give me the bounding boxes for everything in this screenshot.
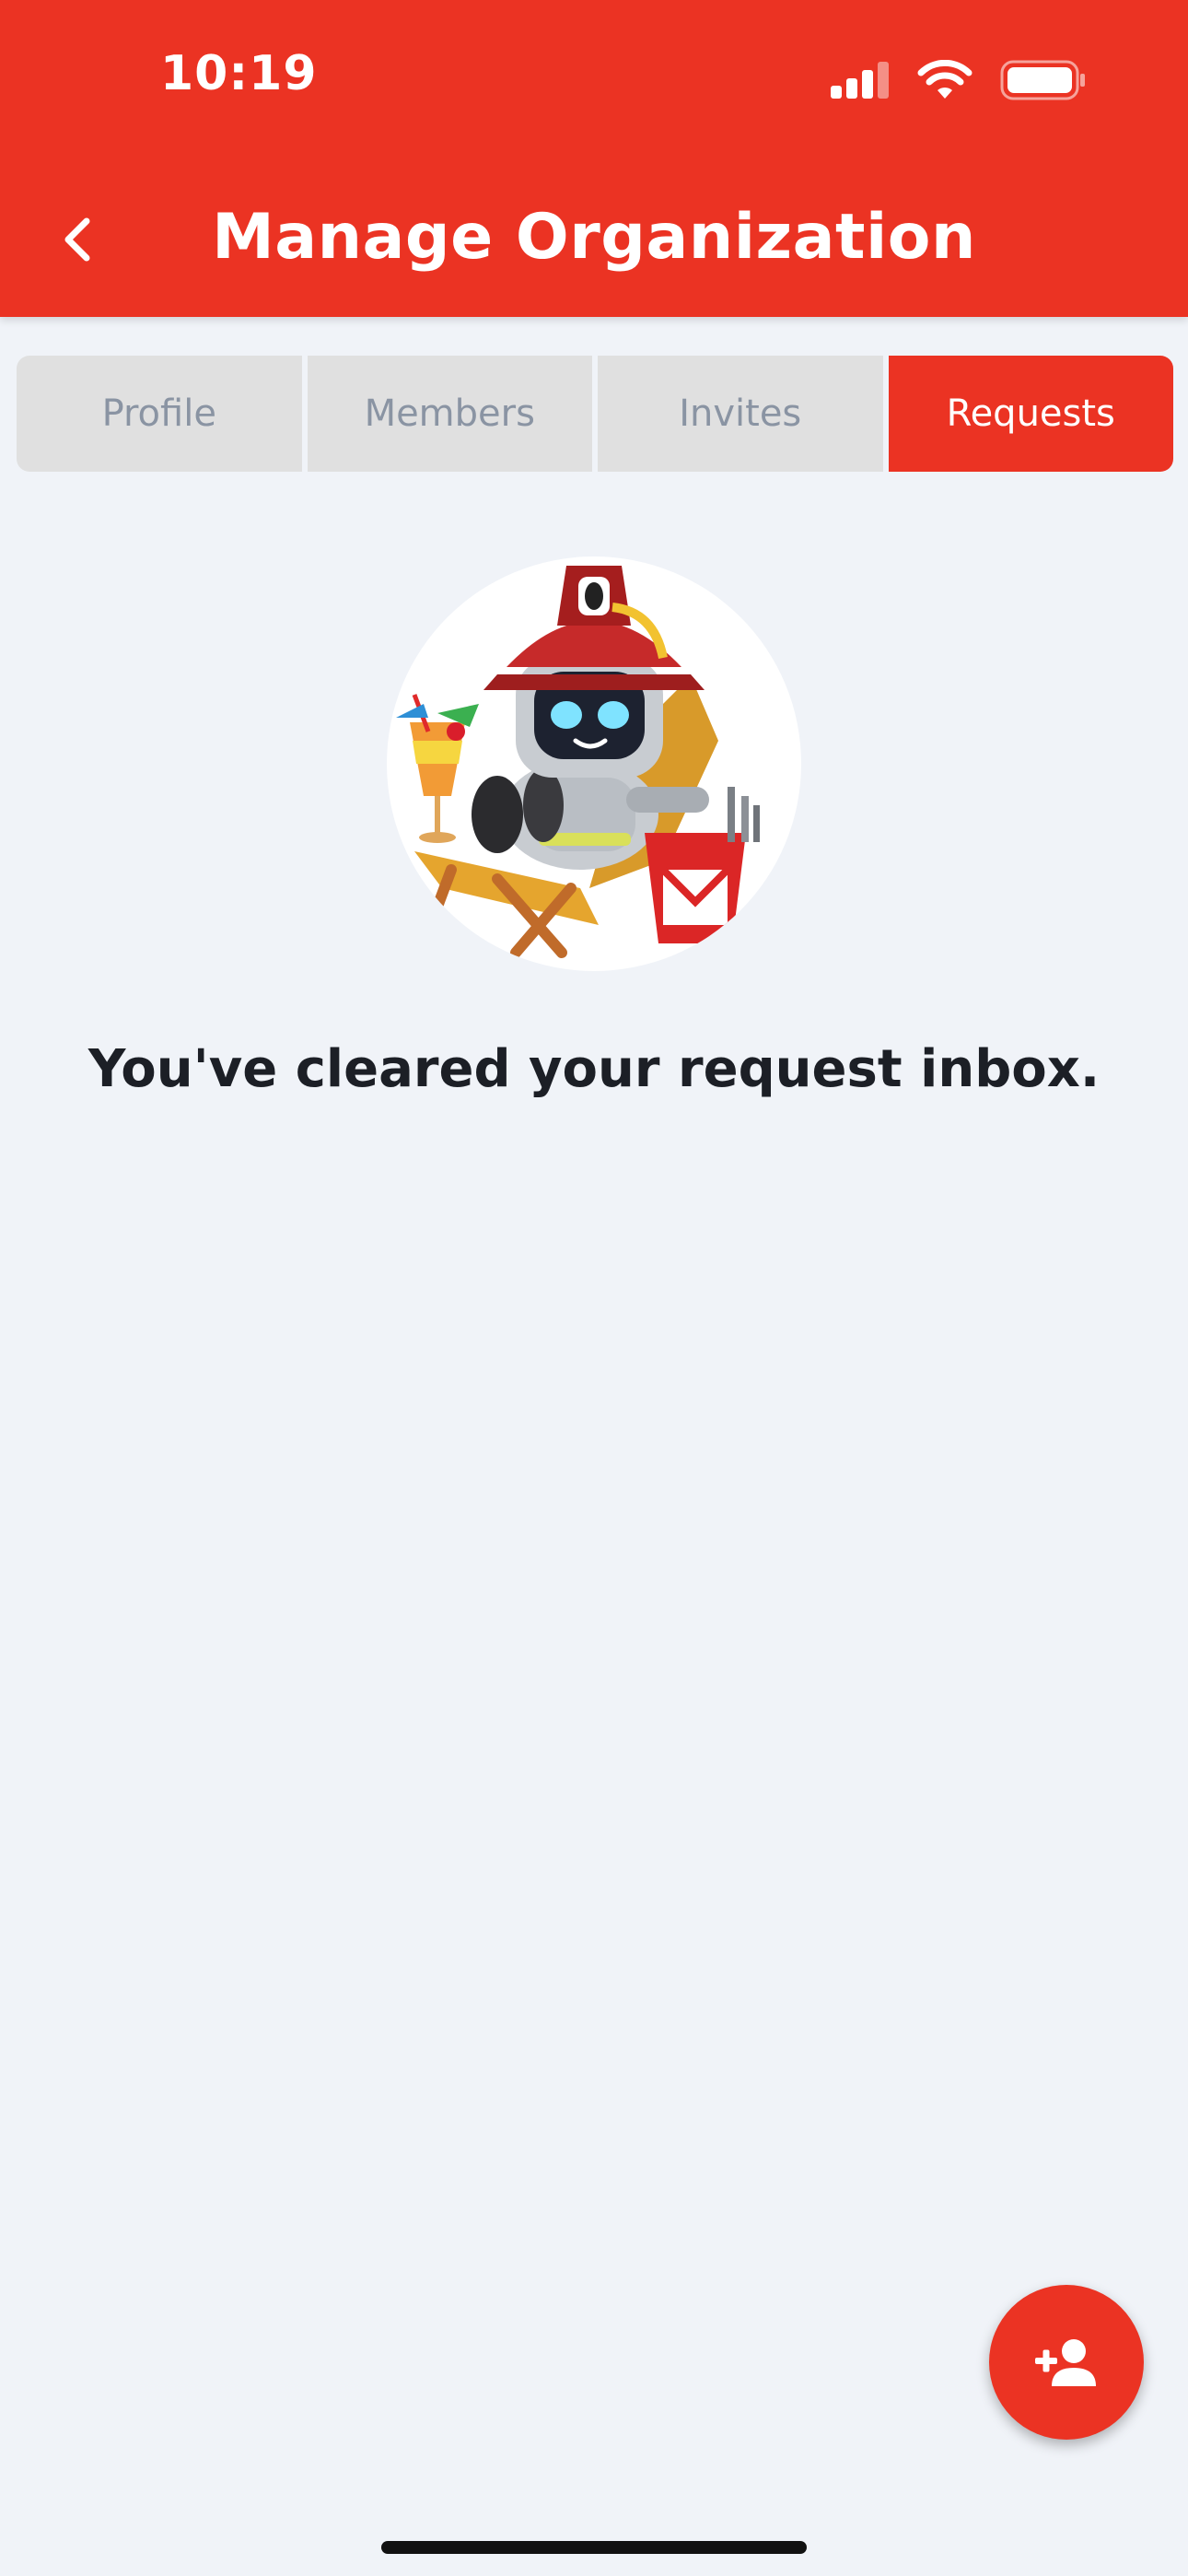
battery-icon: [1000, 60, 1085, 100]
home-indicator: [381, 2541, 807, 2554]
tab-invites[interactable]: Invites: [598, 356, 883, 472]
app-header: 10:19 Manage Organization: [0, 0, 1188, 317]
robot-lounge-chair-illustration: [387, 556, 801, 971]
wifi-icon: [917, 60, 973, 99]
status-icons: [831, 57, 1087, 103]
cellular-signal-icon: [831, 62, 889, 99]
tab-members[interactable]: Members: [307, 356, 592, 472]
empty-state-message: You've cleared your request inbox.: [87, 1039, 1101, 1099]
tab-bar: Profile Members Invites Requests: [17, 356, 1173, 472]
tab-requests[interactable]: Requests: [888, 356, 1173, 472]
tab-profile[interactable]: Profile: [17, 356, 302, 472]
page-title: Manage Organization: [212, 201, 976, 274]
add-member-button[interactable]: [989, 2285, 1144, 2440]
add-person-icon: [1035, 2339, 1096, 2386]
status-time: 10:19: [160, 46, 318, 101]
